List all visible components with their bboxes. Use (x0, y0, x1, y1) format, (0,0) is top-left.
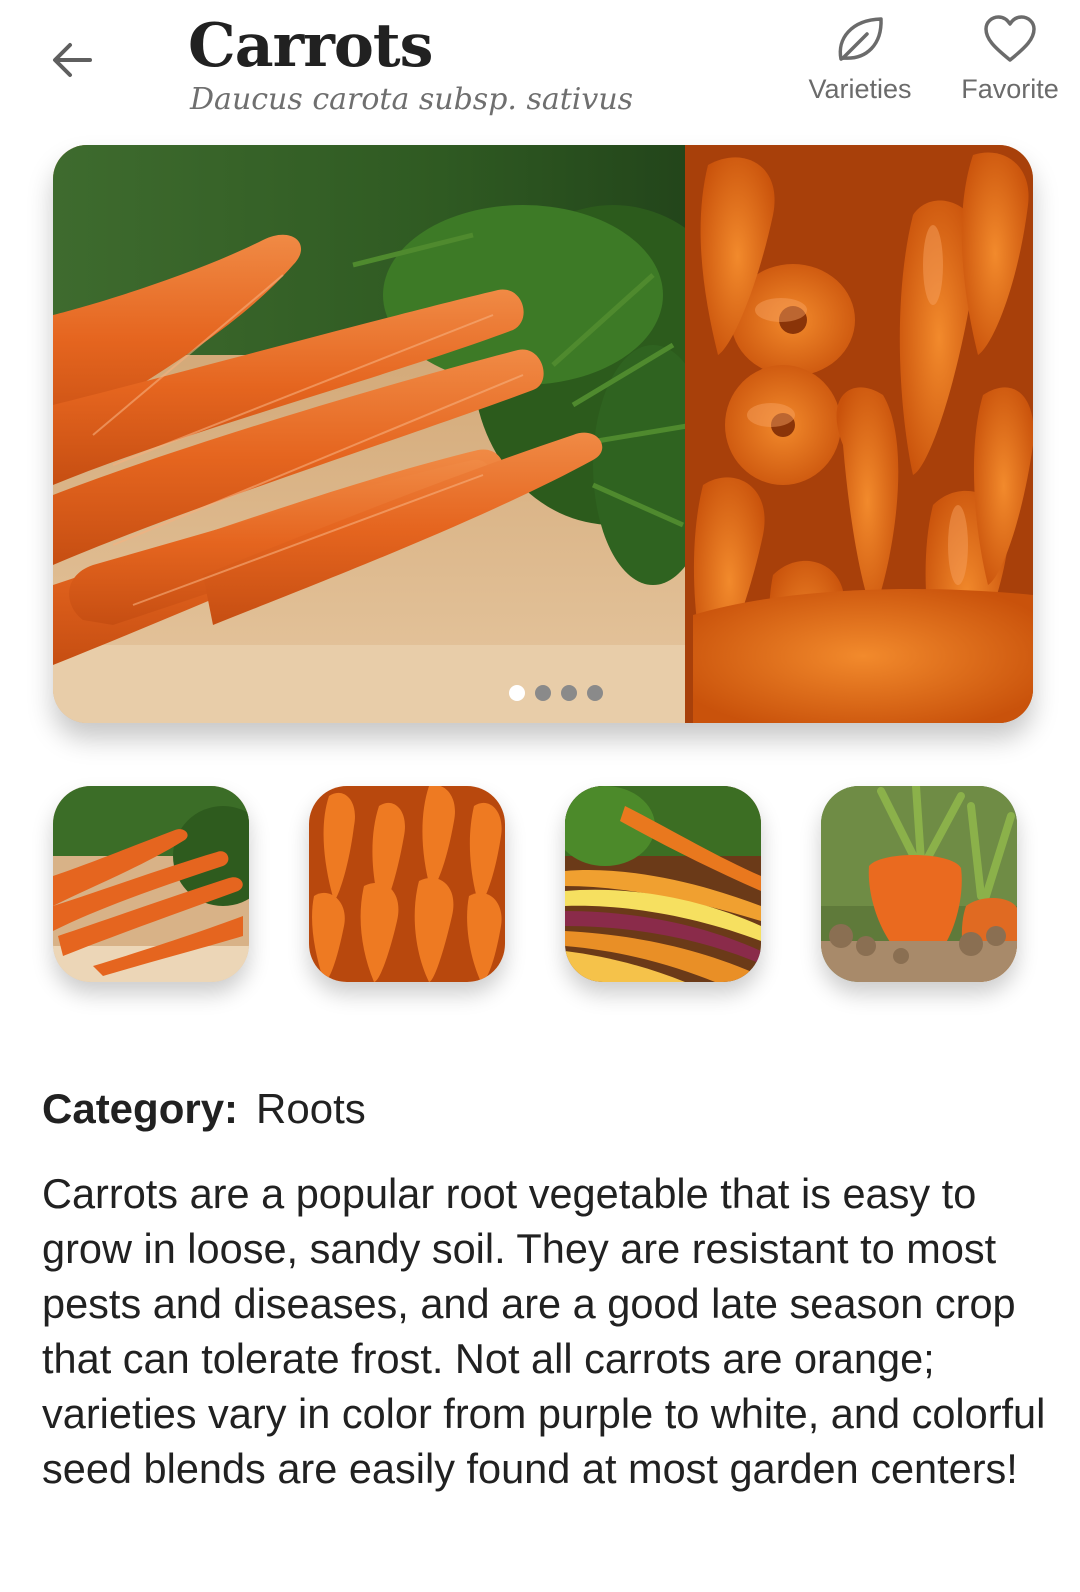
carousel-dot-2[interactable] (535, 685, 551, 701)
colorful-carrots-image (565, 786, 761, 982)
carrot-in-soil-image (821, 786, 1017, 982)
arrow-left-icon (53, 43, 92, 77)
plant-detail-screen: Carrots Daucus carota subsp. sativus Var… (0, 0, 1080, 1592)
carousel-images (53, 145, 1033, 723)
carrots-pile-thumbnail[interactable] (309, 786, 505, 982)
orange-carrots-pile-photo (685, 145, 1033, 723)
carrots-bunch-image (53, 786, 249, 982)
carousel-pagination (53, 685, 1033, 701)
leaf-icon (838, 17, 883, 61)
varieties-button[interactable]: Varieties (800, 14, 920, 106)
favorite-button[interactable]: Favorite (950, 14, 1070, 106)
varieties-label: Varieties (808, 74, 912, 104)
plant-description: Carrots are a popular root vegetable tha… (42, 1170, 1046, 1492)
category-label: Category: (42, 1085, 239, 1132)
category-value: Roots (256, 1085, 366, 1132)
scientific-name: Daucus carota subsp. sativus (190, 82, 634, 117)
colorful-carrots-thumbnail[interactable] (565, 786, 761, 982)
carousel-dot-3[interactable] (561, 685, 577, 701)
carrots-on-board-photo (53, 145, 753, 723)
back-button[interactable] (42, 30, 102, 90)
carrots-pile-image (309, 786, 505, 982)
carrots-bunch-thumbnail[interactable] (53, 786, 249, 982)
heart-outline-icon (984, 15, 1036, 62)
carousel-dot-1[interactable] (509, 685, 525, 701)
category-row: Category: Roots (42, 1082, 366, 1136)
page-title: Carrots (188, 11, 433, 81)
carrot-in-soil-thumbnail[interactable] (821, 786, 1017, 982)
carousel-dot-4[interactable] (587, 685, 603, 701)
image-carousel[interactable] (53, 145, 1033, 723)
favorite-label: Favorite (961, 74, 1059, 104)
